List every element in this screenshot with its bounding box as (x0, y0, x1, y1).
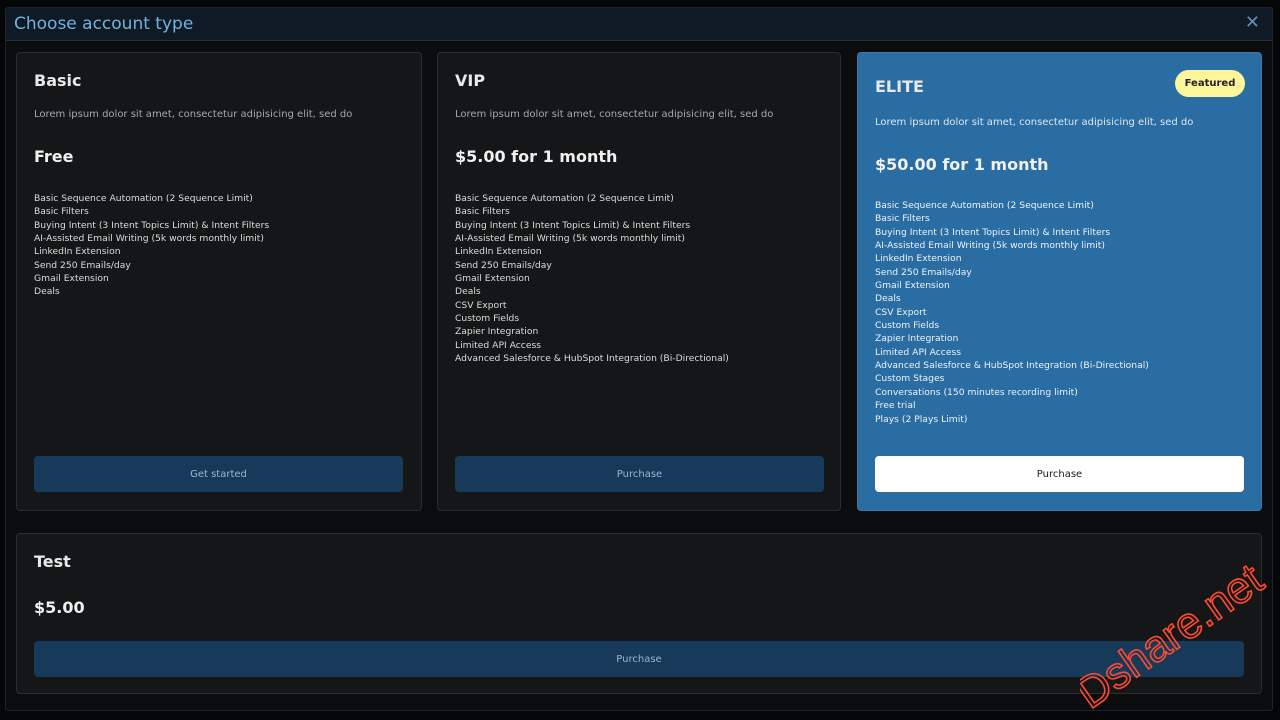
feature-item: Gmail Extension (875, 280, 950, 292)
feature-item: Basic Filters (455, 206, 510, 218)
feature-item: Advanced Salesforce & HubSpot Integratio… (455, 353, 729, 365)
feature-item: Free trial (875, 400, 916, 412)
feature-item: Gmail Extension (34, 273, 109, 285)
plan-description: Lorem ipsum dolor sit amet, consectetur … (34, 109, 353, 120)
feature-item: Zapier Integration (875, 333, 959, 345)
feature-item: Custom Stages (875, 373, 945, 385)
feature-item: Deals (875, 293, 901, 305)
feature-item: Custom Fields (455, 313, 520, 325)
feature-item: LinkedIn Extension (34, 246, 121, 258)
feature-item: Basic Sequence Automation (2 Sequence Li… (34, 193, 253, 204)
modal-header: Choose account type ✕ (6, 8, 1272, 41)
plan-title: Basic (34, 71, 82, 90)
feature-item: Zapier Integration (455, 326, 539, 338)
feature-item: AI-Assisted Email Writing (5k words mont… (875, 240, 1105, 252)
feature-item: Limited API Access (875, 346, 962, 358)
feature-item: Plays (2 Plays Limit) (875, 413, 968, 425)
account-type-modal: Choose account type ✕ Basic Lorem ipsum … (5, 7, 1273, 711)
plan-price: $5.00 for 1 month (455, 147, 618, 166)
feature-list: Basic Sequence Automation (2 Sequence Li… (34, 192, 269, 299)
feature-item: Limited API Access (455, 339, 542, 351)
feature-item: Buying Intent (3 Intent Topics Limit) & … (455, 219, 691, 231)
feature-item: Custom Fields (875, 320, 940, 332)
feature-item: LinkedIn Extension (455, 246, 542, 258)
modal-title: Choose account type (14, 14, 194, 34)
plan-price: Free (34, 147, 74, 166)
feature-item: Basic Sequence Automation (2 Sequence Li… (455, 193, 674, 204)
purchase-elite-button[interactable]: Purchase (875, 456, 1244, 492)
plan-card-elite: ELITE Featured Lorem ipsum dolor sit ame… (857, 52, 1262, 511)
feature-item: Send 250 Emails/day (34, 259, 131, 271)
feature-item: Basic Sequence Automation (2 Sequence Li… (875, 200, 1094, 211)
plan-title: Test (34, 552, 71, 571)
plan-price: $5.00 (34, 598, 85, 617)
feature-item: Conversations (150 minutes recording lim… (875, 386, 1078, 398)
feature-item: Buying Intent (3 Intent Topics Limit) & … (875, 226, 1111, 238)
feature-item: Basic Filters (34, 206, 89, 218)
feature-item: Advanced Salesforce & HubSpot Integratio… (875, 360, 1149, 372)
feature-list: Basic Sequence Automation (2 Sequence Li… (455, 192, 729, 365)
feature-item: AI-Assisted Email Writing (5k words mont… (455, 233, 685, 245)
feature-item: Deals (455, 286, 481, 298)
purchase-vip-button[interactable]: Purchase (455, 456, 824, 492)
plan-description: Lorem ipsum dolor sit amet, consectetur … (875, 117, 1194, 128)
feature-item: Gmail Extension (455, 273, 530, 285)
feature-item: CSV Export (455, 299, 507, 311)
plan-card-vip: VIP Lorem ipsum dolor sit amet, consecte… (437, 52, 841, 511)
feature-list: Basic Sequence Automation (2 Sequence Li… (875, 199, 1149, 426)
close-icon[interactable]: ✕ (1245, 13, 1260, 33)
feature-item: LinkedIn Extension (875, 253, 962, 265)
feature-item: Buying Intent (3 Intent Topics Limit) & … (34, 219, 270, 231)
plan-card-basic: Basic Lorem ipsum dolor sit amet, consec… (16, 52, 422, 511)
get-started-button[interactable]: Get started (34, 456, 403, 492)
feature-item: Deals (34, 286, 60, 298)
plan-title: VIP (455, 71, 486, 90)
plan-card-test: Test $5.00 Purchase (16, 533, 1262, 694)
plan-price: $50.00 for 1 month (875, 155, 1049, 174)
purchase-test-button[interactable]: Purchase (34, 641, 1244, 677)
feature-item: AI-Assisted Email Writing (5k words mont… (34, 233, 264, 245)
plan-description: Lorem ipsum dolor sit amet, consectetur … (455, 109, 774, 120)
plan-title: ELITE (875, 77, 924, 96)
feature-item: Basic Filters (875, 213, 930, 225)
featured-badge: Featured (1175, 70, 1245, 97)
feature-item: CSV Export (875, 306, 927, 318)
feature-item: Send 250 Emails/day (455, 259, 552, 271)
feature-item: Send 250 Emails/day (875, 266, 972, 278)
